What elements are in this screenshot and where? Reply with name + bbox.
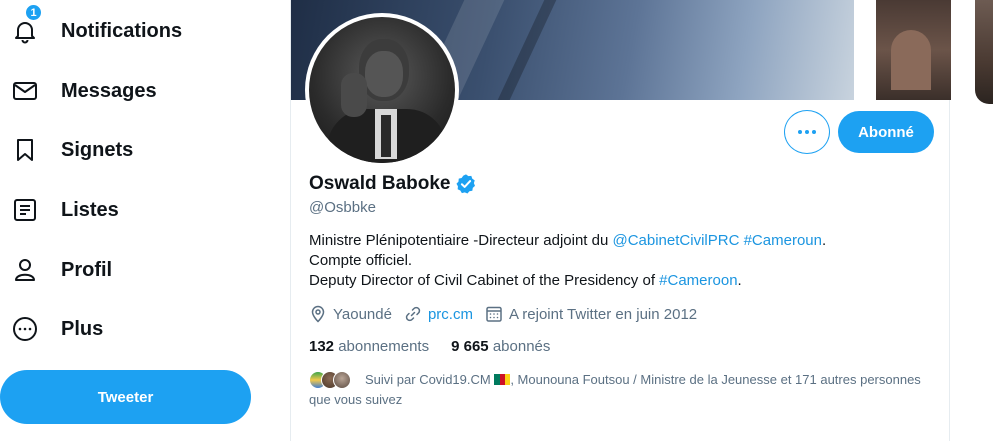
hashtag-link[interactable]: #Cameroun xyxy=(744,232,822,249)
follow-stats: 132 abonnements 9 665 abonnés xyxy=(309,338,572,355)
nav-label-messages: Messages xyxy=(61,79,157,102)
notification-badge: 1 xyxy=(25,4,42,21)
following-count-link[interactable]: 132 abonnements xyxy=(309,338,429,355)
nav-label-bookmarks: Signets xyxy=(61,138,134,161)
verified-badge-icon xyxy=(455,174,475,194)
followers-you-know[interactable]: Suivi par Covid19.CM , Mounouna Foutsou … xyxy=(309,370,929,410)
hashtag-link[interactable]: #Cameroon xyxy=(659,272,737,289)
followers-count-link[interactable]: 9 665 abonnés xyxy=(451,338,550,355)
person-icon xyxy=(12,257,38,283)
profile-name: Oswald Baboke xyxy=(309,173,477,195)
avatar xyxy=(333,371,351,389)
bookmark-icon xyxy=(12,137,38,163)
right-sidebar xyxy=(975,0,993,441)
display-name: Oswald Baboke xyxy=(309,173,451,194)
nav-label-more: Plus xyxy=(61,317,104,340)
ellipsis-icon xyxy=(798,130,816,134)
more-circle-icon xyxy=(12,316,38,342)
calendar-icon xyxy=(486,306,502,322)
profile-meta: Yaoundé prc.cm A rejoint Twitter en juin xyxy=(309,303,709,325)
location-pin-icon xyxy=(311,305,325,323)
cameroon-flag-icon xyxy=(494,374,511,385)
nav-label-lists: Listes xyxy=(61,198,119,221)
primary-nav: 1 Notifications Messages Signets Listes xyxy=(0,0,290,441)
profile-location: Yaoundé xyxy=(309,305,392,323)
profile-bio: Ministre Plénipotentiaire -Directeur adj… xyxy=(309,232,827,289)
mention-link[interactable]: @CabinetCivilPRC xyxy=(612,232,739,249)
more-options-button[interactable] xyxy=(784,110,830,154)
tweet-button[interactable]: Tweeter xyxy=(0,370,251,424)
profile-website: prc.cm xyxy=(404,305,473,323)
profile-join-date: A rejoint Twitter en juin 2012 xyxy=(485,305,697,323)
nav-label-notifications: Notifications xyxy=(61,19,183,42)
mutual-avatars xyxy=(309,371,351,389)
profile-column: Abonné Oswald Baboke @Osbbke Ministre Pl… xyxy=(290,0,951,441)
list-icon xyxy=(12,197,38,223)
following-button[interactable]: Abonné xyxy=(838,111,934,153)
nav-label-profile: Profil xyxy=(61,258,113,281)
profile-avatar[interactable] xyxy=(305,13,459,167)
link-icon xyxy=(405,306,421,322)
bell-icon xyxy=(12,18,38,44)
envelope-icon xyxy=(12,78,38,104)
profile-handle: @Osbbke xyxy=(309,199,376,216)
sidebar-media-thumbnail[interactable] xyxy=(975,0,993,104)
website-link[interactable]: prc.cm xyxy=(428,306,473,323)
